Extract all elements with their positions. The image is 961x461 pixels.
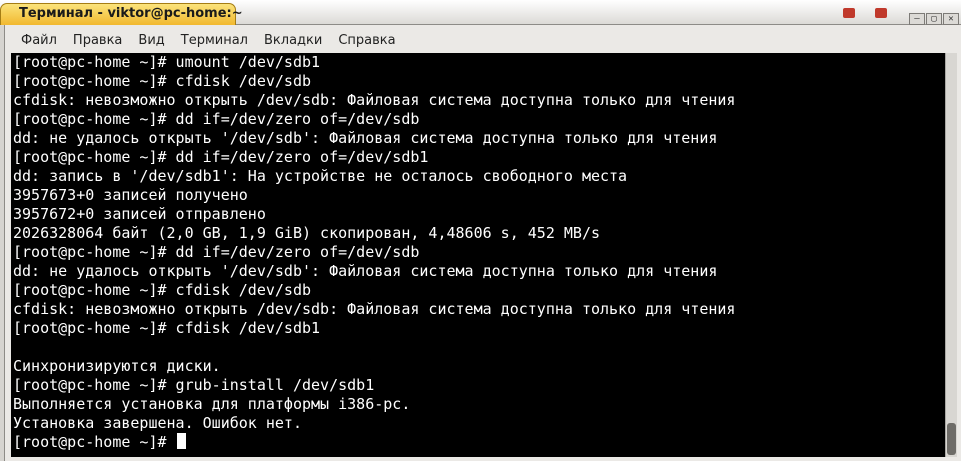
terminal-prompt: [root@pc-home ~]# [13,433,176,451]
terminal-line: [root@pc-home ~]# dd if=/dev/zero of=/de… [13,243,420,261]
terminal-line: dd: запись в '/dev/sdb1': На устройстве … [13,167,628,185]
terminal-line: [root@pc-home ~]# cfdisk /dev/sdb1 [13,319,321,337]
terminal-prompt-line: [root@pc-home ~]# [13,433,186,452]
terminal-window: – ▢ ✕ Файл Правка Вид Терминал Вкладки С… [4,13,961,461]
terminal-line: [root@pc-home ~]# cfdisk /dev/sdb [13,72,312,90]
menu-terminal[interactable]: Терминал [173,33,256,48]
background-close-icon [843,8,855,18]
terminal-line: cfdisk: невозможно открыть /dev/sdb: Фай… [13,91,736,109]
terminal-line: cfdisk: невозможно открыть /dev/sdb: Фай… [13,300,736,318]
terminal-line: Установка завершена. Ошибок нет. [13,414,302,432]
menu-edit[interactable]: Правка [65,33,130,48]
vertical-scrollbar[interactable] [945,53,957,457]
maximize-icon[interactable]: ▢ [926,13,942,25]
window-controls: – ▢ ✕ [909,13,959,25]
close-icon[interactable]: ✕ [943,13,959,25]
minimize-icon[interactable]: – [909,13,925,25]
terminal-line: [root@pc-home ~]# dd if=/dev/zero of=/de… [13,148,429,166]
menu-tabs[interactable]: Вкладки [256,33,330,48]
terminal-line: 3957672+0 записей отправлено [13,205,266,223]
terminal-line: 3957673+0 записей получено [13,186,248,204]
menu-file[interactable]: Файл [13,33,65,48]
terminal-line: [root@pc-home ~]# cfdisk /dev/sdb [13,281,312,299]
terminal-line: [root@pc-home ~]# grub-install /dev/sdb1 [13,376,375,394]
terminal-output[interactable]: [root@pc-home ~]# umount /dev/sdb1 [root@… [11,53,945,457]
terminal-line: Синхронизируются диски. [13,357,221,375]
window-title: Терминал - viktor@pc-home:~ [19,6,243,21]
terminal-line: 2026328064 байт (2,0 GB, 1,9 GiB) скопир… [13,224,600,242]
background-close-icon [875,8,887,18]
terminal-line: dd: не удалось открыть '/dev/sdb': Файло… [13,262,718,280]
menu-view[interactable]: Вид [130,33,172,48]
text-cursor [176,433,186,449]
scrollbar-thumb[interactable] [947,423,956,455]
terminal-line: Выполняется установка для платформы i386… [13,395,411,413]
terminal-line: dd: не удалось открыть '/dev/sdb': Файло… [13,129,718,147]
window-title-tab[interactable]: Терминал - viktor@pc-home:~ [0,3,243,25]
menu-help[interactable]: Справка [330,33,403,48]
menubar: Файл Правка Вид Терминал Вкладки Справка [5,29,961,51]
terminal-line: [root@pc-home ~]# umount /dev/sdb1 [13,53,321,71]
terminal-line: [root@pc-home ~]# dd if=/dev/zero of=/de… [13,110,420,128]
